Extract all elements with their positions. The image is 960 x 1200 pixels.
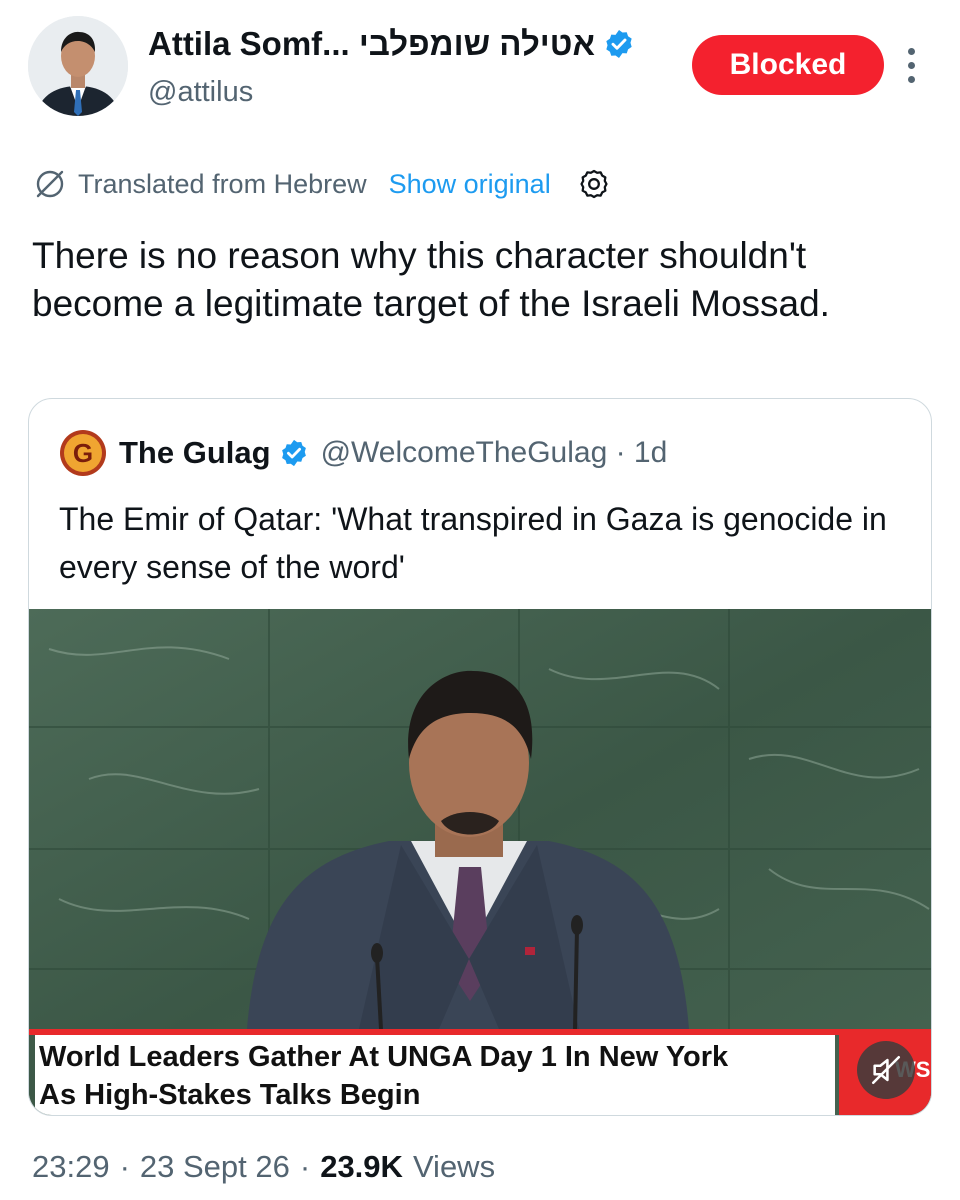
quoted-author-avatar[interactable]: G: [59, 429, 107, 477]
verified-badge-icon: [281, 439, 306, 467]
author-name-row[interactable]: Attila Somf... אטילה שומפלבי: [148, 22, 635, 66]
ticker-line-2: As High-Stakes Talks Begin: [39, 1079, 421, 1111]
author-display-name[interactable]: Attila Somf... אטילה שומפלבי: [148, 25, 595, 63]
mute-icon[interactable]: [857, 1041, 915, 1099]
quoted-tweet-card[interactable]: G The Gulag @WelcomeTheGulag · 1d The Em…: [28, 398, 932, 1116]
views-count: 23.9K: [320, 1149, 403, 1184]
translate-globe-icon: [36, 170, 64, 198]
quoted-video[interactable]: World Leaders Gather At UNGA Day 1 In Ne…: [29, 609, 931, 1115]
show-original-link[interactable]: Show original: [389, 169, 551, 200]
separator-dot: ·: [119, 1149, 130, 1184]
settings-gear-icon[interactable]: [577, 167, 611, 201]
tweet-date[interactable]: 23 Sept 26: [140, 1149, 290, 1185]
verified-badge-icon: [606, 30, 632, 58]
author-avatar[interactable]: [28, 16, 128, 116]
tweet-time[interactable]: 23:29: [32, 1149, 110, 1185]
ticker-line-1: World Leaders Gather At UNGA Day 1 In Ne…: [39, 1041, 729, 1073]
translation-note: Translated from Hebrew: [78, 168, 367, 199]
ticker-headline: World Leaders Gather At UNGA Day 1 In Ne…: [35, 1035, 835, 1115]
author-handle[interactable]: @attilus: [148, 76, 253, 109]
blocked-button[interactable]: Blocked: [692, 35, 884, 95]
more-icon[interactable]: [898, 40, 924, 90]
separator-dot: ·: [299, 1149, 311, 1184]
tweet-text: There is no reason why this character sh…: [32, 235, 830, 324]
quoted-author-name[interactable]: The Gulag: [119, 435, 271, 471]
translation-bar: Translated from Hebrew Show original: [32, 162, 611, 206]
tweet-meta: 23:29 · 23 Sept 26 · 23.9K Views: [32, 1144, 495, 1190]
quoted-tweet-header[interactable]: G The Gulag @WelcomeTheGulag · 1d: [59, 429, 668, 477]
news-ticker: World Leaders Gather At UNGA Day 1 In Ne…: [29, 1029, 931, 1115]
quoted-logo-letter: G: [73, 438, 93, 468]
quoted-author-handle-time[interactable]: @WelcomeTheGulag · 1d: [321, 436, 668, 470]
views-label: Views: [412, 1149, 496, 1184]
quoted-tweet-text: The Emir of Qatar: 'What transpired in G…: [59, 501, 887, 585]
